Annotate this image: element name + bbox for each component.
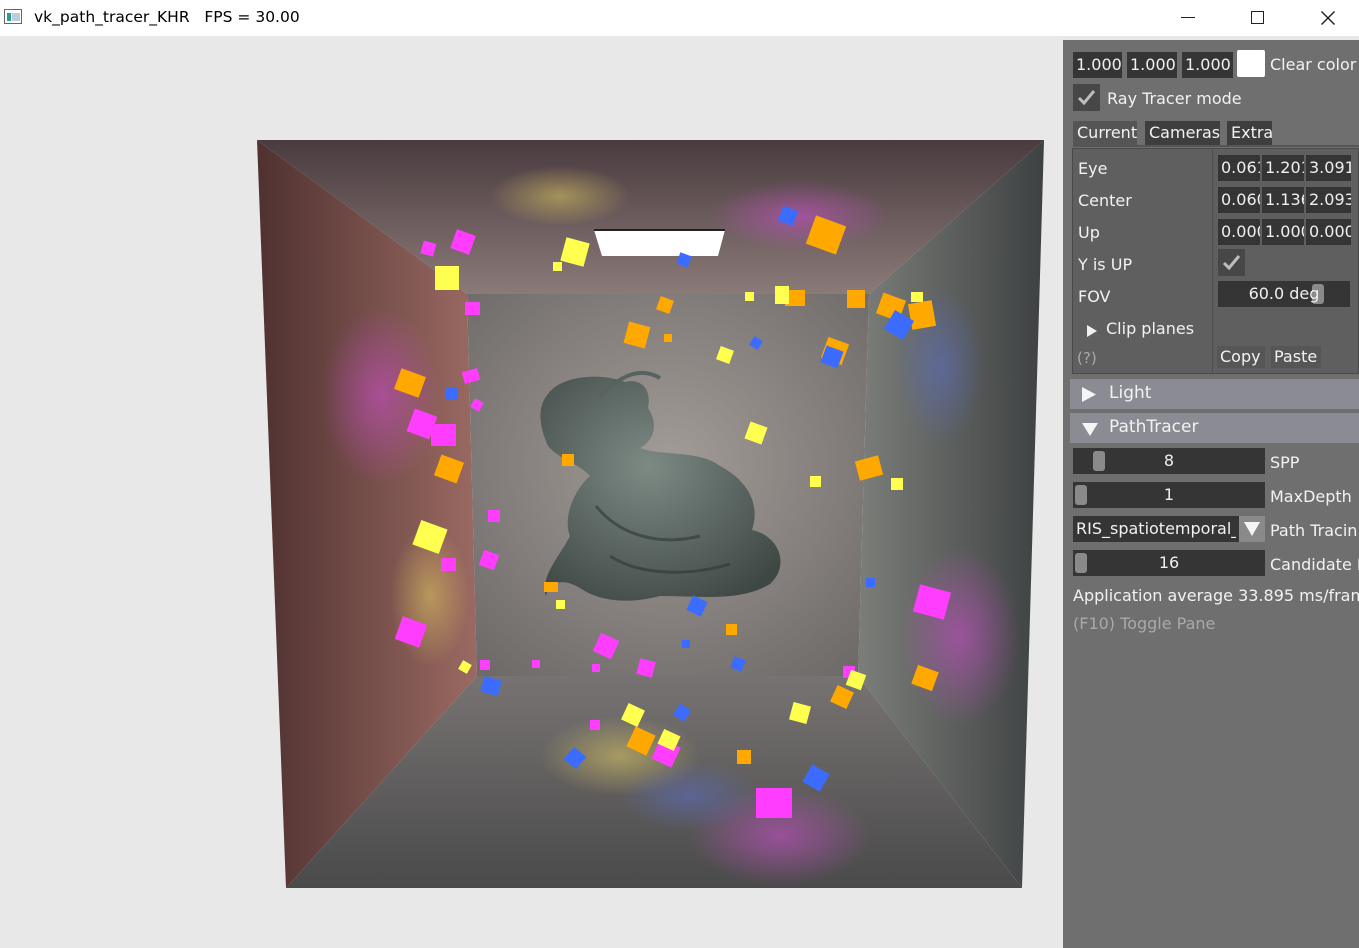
- up-label: Up: [1078, 223, 1100, 242]
- fov-slider[interactable]: 60.0 deg: [1218, 281, 1350, 307]
- eye-z-field[interactable]: 3.091: [1306, 155, 1351, 181]
- triangle-right-icon: [1087, 325, 1097, 337]
- triangle-down-icon: [1082, 423, 1098, 436]
- max-depth-label: MaxDepth: [1270, 487, 1352, 506]
- combo-arrow-button[interactable]: [1239, 516, 1265, 542]
- candidate-value: 16: [1158, 553, 1180, 572]
- eye-y-field[interactable]: 1.201: [1262, 155, 1304, 181]
- paste-button[interactable]: Paste: [1271, 346, 1321, 368]
- center-y-field[interactable]: 1.136: [1262, 187, 1304, 213]
- spp-slider[interactable]: 8: [1073, 448, 1265, 474]
- clear-color-g-field[interactable]: 1.000: [1127, 52, 1177, 78]
- max-depth-value: 1: [1163, 485, 1175, 504]
- max-depth-slider[interactable]: 1: [1073, 482, 1265, 508]
- tab-underline: [1073, 145, 1359, 147]
- copy-button[interactable]: Copy: [1217, 346, 1265, 368]
- clip-planes-toggle[interactable]: [1087, 322, 1097, 341]
- clear-color-swatch[interactable]: [1237, 50, 1265, 77]
- clear-color-r-field[interactable]: 1.000: [1073, 52, 1122, 78]
- up-y-field[interactable]: 1.000: [1262, 219, 1304, 245]
- y-is-up-label: Y is UP: [1078, 255, 1133, 274]
- checkmark-icon: [1077, 90, 1096, 106]
- ray-tracer-mode-checkbox[interactable]: [1073, 84, 1100, 111]
- app-icon: [4, 9, 22, 24]
- settings-pane: 1.000 1.000 1.000 Clear color Ray Tracer…: [1063, 40, 1359, 948]
- candidate-slider[interactable]: 16: [1073, 550, 1265, 576]
- path-tracing-selected: RIS_spatiotemporal_: [1076, 519, 1236, 538]
- eye-x-field[interactable]: 0.061: [1218, 155, 1260, 181]
- fov-value: 60.0 deg: [1248, 284, 1320, 303]
- light-header-label: Light: [1109, 383, 1152, 403]
- clip-planes-label[interactable]: Clip planes: [1106, 319, 1194, 338]
- path-tracing-label: Path Tracin: [1270, 521, 1358, 540]
- checkmark-icon: [1222, 255, 1241, 271]
- maximize-icon: [1251, 11, 1264, 24]
- center-label: Center: [1078, 191, 1132, 210]
- eye-label: Eye: [1078, 159, 1108, 178]
- app-average-text: Application average 33.895 ms/fram: [1073, 586, 1359, 605]
- minimize-icon: [1181, 17, 1195, 18]
- pathtracer-header[interactable]: PathTracer: [1070, 413, 1359, 443]
- up-z-field[interactable]: 0.000: [1306, 219, 1351, 245]
- spp-label: SPP: [1270, 453, 1300, 472]
- path-tracing-combo[interactable]: RIS_spatiotemporal_: [1073, 516, 1265, 542]
- maximize-button[interactable]: [1223, 0, 1293, 36]
- render-viewport[interactable]: [0, 36, 1063, 948]
- clear-color-b-field[interactable]: 1.000: [1182, 52, 1233, 78]
- y-is-up-checkbox[interactable]: [1218, 249, 1245, 276]
- tab-extra[interactable]: Extra: [1227, 121, 1273, 145]
- light-header[interactable]: Light: [1070, 379, 1359, 409]
- minimize-button[interactable]: [1153, 0, 1223, 36]
- up-x-field[interactable]: 0.000: [1218, 219, 1260, 245]
- candidate-label: Candidate I: [1270, 555, 1359, 574]
- center-x-field[interactable]: 0.060: [1218, 187, 1260, 213]
- triangle-down-icon: [1244, 522, 1260, 536]
- window-title: vk_path_tracer_KHR FPS = 30.00: [34, 8, 300, 26]
- clear-color-label: Clear color: [1270, 55, 1357, 74]
- fov-label: FOV: [1078, 287, 1111, 306]
- triangle-right-icon: [1082, 387, 1096, 402]
- close-icon: [1321, 11, 1335, 25]
- tab-cameras[interactable]: Cameras: [1145, 121, 1220, 145]
- ray-tracer-mode-label: Ray Tracer mode: [1107, 89, 1242, 108]
- help-marker[interactable]: (?): [1077, 349, 1097, 367]
- toggle-pane-hint: (F10) Toggle Pane: [1073, 614, 1216, 633]
- title-bar: vk_path_tracer_KHR FPS = 30.00: [0, 0, 1359, 36]
- center-z-field[interactable]: 2.093: [1306, 187, 1351, 213]
- camera-table-divider: [1212, 148, 1213, 374]
- cornell-box-render: [257, 140, 1044, 888]
- spp-value: 8: [1163, 451, 1175, 470]
- close-button[interactable]: [1293, 0, 1359, 36]
- pathtracer-header-label: PathTracer: [1109, 417, 1199, 437]
- tab-current[interactable]: Current: [1073, 121, 1137, 145]
